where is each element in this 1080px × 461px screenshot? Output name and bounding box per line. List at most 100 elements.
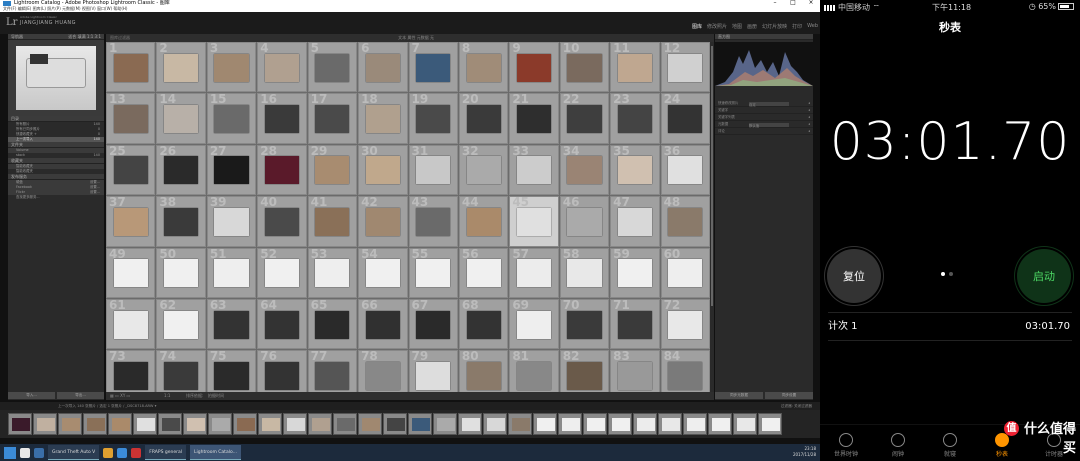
photo-cell[interactable]: 26 <box>156 144 206 196</box>
zoom-ratio[interactable]: 1:1 <box>164 392 170 400</box>
module-map[interactable]: 地图 <box>732 23 742 30</box>
scrollbar-thumb[interactable] <box>711 46 713 306</box>
keywording-row[interactable]: 关键字 ◂ <box>715 107 813 114</box>
grid-scrollbar[interactable] <box>710 42 714 392</box>
fraps-icon[interactable] <box>131 447 142 458</box>
photo-cell[interactable]: 66 <box>358 298 408 350</box>
photo-cell[interactable]: 39 <box>206 196 257 247</box>
start-button[interactable]: 启动 <box>1017 249 1071 303</box>
import-button[interactable]: 导入... <box>8 392 55 399</box>
metadata-preset-select[interactable]: 默认值 <box>749 122 789 128</box>
photo-cell[interactable]: 1 <box>106 42 156 93</box>
photo-cell[interactable]: 82 <box>559 350 610 392</box>
photo-cell[interactable]: 60 <box>660 247 710 298</box>
filmstrip-thumb[interactable] <box>283 413 307 435</box>
module-slideshow[interactable]: 幻灯片放映 <box>762 23 787 30</box>
photo-cell[interactable]: 45 <box>509 196 559 247</box>
photo-cell[interactable]: 61 <box>106 298 156 350</box>
photo-cell[interactable]: 44 <box>458 196 509 247</box>
photo-cell[interactable]: 72 <box>660 298 710 350</box>
taskbar-task-lightroom[interactable]: Lightroom Catalo... <box>189 445 241 460</box>
filmstrip-thumb[interactable] <box>183 413 207 435</box>
filmstrip-source-path[interactable]: 上一次导入 140 张照片 / 选定 1 张照片 / _DSC8718.ARW … <box>58 404 156 408</box>
photo-cell[interactable]: 36 <box>660 144 710 196</box>
browser-icon[interactable] <box>20 447 30 458</box>
filmstrip-thumb[interactable] <box>608 413 632 435</box>
find-more-services-link[interactable]: 查找更多服务... <box>8 195 104 200</box>
photo-cell[interactable]: 32 <box>458 144 509 196</box>
filmstrip-thumb[interactable] <box>358 413 382 435</box>
photo-cell[interactable]: 21 <box>509 93 559 144</box>
tab-world-clock[interactable]: 世界时钟 <box>820 425 872 461</box>
module-web[interactable]: Web <box>807 23 818 30</box>
photo-cell[interactable]: 30 <box>358 144 408 196</box>
photo-cell[interactable]: 34 <box>559 144 610 196</box>
photo-cell[interactable]: 58 <box>559 247 610 298</box>
photo-cell[interactable]: 62 <box>156 298 206 350</box>
keyword-list-row[interactable]: 关键字列表 ◂ <box>715 114 813 121</box>
system-tray-clock[interactable]: 23:18 2017/11/28 <box>793 446 816 458</box>
collapse-triangle-icon[interactable]: ◂ <box>808 107 810 114</box>
sync-metadata-button[interactable]: 同步元数据 <box>715 392 763 399</box>
photo-cell[interactable]: 14 <box>156 93 206 144</box>
photo-cell[interactable]: 7 <box>408 42 458 93</box>
photo-cell[interactable]: 56 <box>458 247 509 298</box>
photo-cell[interactable]: 47 <box>610 196 660 247</box>
export-button[interactable]: 导出... <box>57 392 104 399</box>
histogram-header[interactable]: 直方图 <box>715 34 813 40</box>
filmstrip-thumb[interactable] <box>158 413 182 435</box>
photo-cell[interactable]: 18 <box>358 93 408 144</box>
filmstrip-thumb[interactable] <box>233 413 257 435</box>
collapse-triangle-icon[interactable]: ◂ <box>808 114 810 121</box>
photo-cell[interactable]: 38 <box>156 196 206 247</box>
photo-cell[interactable]: 13 <box>106 93 156 144</box>
photo-cell[interactable]: 64 <box>257 298 307 350</box>
filmstrip-thumb[interactable] <box>733 413 757 435</box>
photo-cell[interactable]: 81 <box>509 350 559 392</box>
filmstrip-thumb[interactable] <box>333 413 357 435</box>
photo-cell[interactable]: 17 <box>307 93 358 144</box>
minimize-button[interactable]: – <box>766 0 784 6</box>
windows-start-icon[interactable] <box>4 446 16 459</box>
filmstrip-thumb[interactable] <box>633 413 657 435</box>
photo-cell[interactable]: 22 <box>559 93 610 144</box>
sync-settings-button[interactable]: 同步设置 <box>765 392 813 399</box>
filmstrip-thumb[interactable] <box>33 413 57 435</box>
photo-cell[interactable]: 67 <box>408 298 458 350</box>
filmstrip-thumb[interactable] <box>108 413 132 435</box>
filmstrip-thumb[interactable] <box>258 413 282 435</box>
filmstrip-thumb[interactable] <box>558 413 582 435</box>
photo-cell[interactable]: 24 <box>660 93 710 144</box>
collapse-triangle-icon[interactable]: ◂ <box>808 100 810 107</box>
reset-button[interactable]: 复位 <box>827 249 881 303</box>
photo-cell[interactable]: 12 <box>660 42 710 93</box>
photo-cell[interactable]: 75 <box>206 350 257 392</box>
photo-cell[interactable]: 25 <box>106 144 156 196</box>
photo-cell[interactable]: 53 <box>307 247 358 298</box>
module-book[interactable]: 画册 <box>747 23 757 30</box>
collapse-triangle-icon[interactable]: ◂ <box>808 128 810 135</box>
photo-cell[interactable]: 29 <box>307 144 358 196</box>
module-print[interactable]: 打印 <box>792 23 802 30</box>
filmstrip-thumb[interactable] <box>208 413 232 435</box>
photo-cell[interactable]: 77 <box>307 350 358 392</box>
photo-cell[interactable]: 10 <box>559 42 610 93</box>
photo-cell[interactable]: 27 <box>206 144 257 196</box>
photo-cell[interactable]: 8 <box>458 42 509 93</box>
folder-icon[interactable] <box>103 447 114 458</box>
tab-bedtime[interactable]: 就寝 <box>924 425 976 461</box>
metadata-row[interactable]: 元数据 默认值 ◂ <box>715 121 813 128</box>
photo-cell[interactable]: 68 <box>458 298 509 350</box>
filmstrip-thumb[interactable] <box>583 413 607 435</box>
photo-cell[interactable]: 59 <box>610 247 660 298</box>
taskbar-task-gta[interactable]: Grand Theft Auto V <box>48 445 100 460</box>
photo-cell[interactable]: 76 <box>257 350 307 392</box>
maximize-button[interactable]: □ <box>784 0 802 6</box>
photo-cell[interactable]: 63 <box>206 298 257 350</box>
filmstrip-thumb[interactable] <box>433 413 457 435</box>
photo-cell[interactable]: 54 <box>358 247 408 298</box>
photo-cell[interactable]: 43 <box>408 196 458 247</box>
photo-cell[interactable]: 16 <box>257 93 307 144</box>
filmstrip-thumb[interactable] <box>83 413 107 435</box>
tab-alarm[interactable]: 闹钟 <box>872 425 924 461</box>
